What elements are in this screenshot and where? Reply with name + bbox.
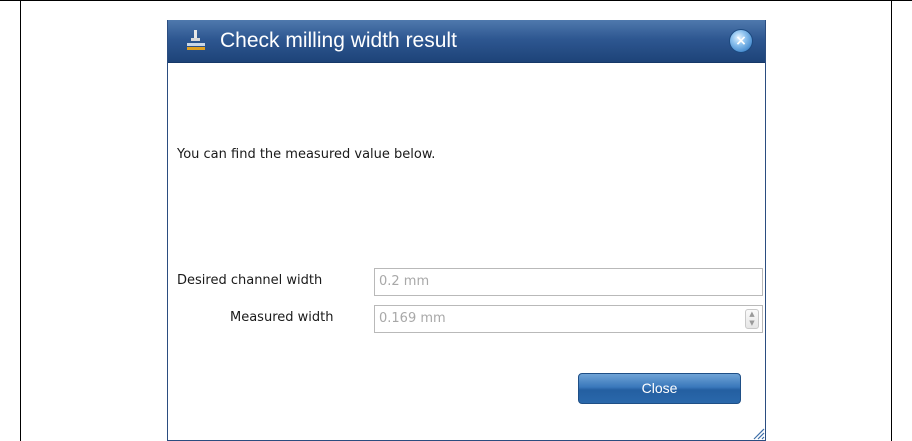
frame-right-line bbox=[891, 0, 892, 441]
measured-width-value: 0.169 mm bbox=[379, 311, 446, 326]
measured-width-label: Measured width bbox=[230, 310, 334, 325]
close-button[interactable]: Close bbox=[578, 373, 741, 404]
check-milling-width-dialog: Check milling width result × You can fin… bbox=[167, 20, 766, 441]
desired-width-field[interactable]: 0.2 mm bbox=[374, 268, 763, 296]
frame-top-line bbox=[0, 0, 912, 1]
close-circle-icon[interactable]: × bbox=[729, 29, 753, 53]
measured-width-field[interactable]: 0.169 mm ▲ ▼ bbox=[374, 305, 763, 333]
chevron-up-icon[interactable]: ▲ bbox=[746, 310, 758, 319]
desired-width-label: Desired channel width bbox=[177, 273, 323, 288]
milling-icon bbox=[187, 30, 205, 50]
resize-grip-icon[interactable] bbox=[751, 426, 765, 440]
dialog-title: Check milling width result bbox=[220, 29, 457, 52]
frame-left-line bbox=[20, 0, 21, 441]
chevron-down-icon[interactable]: ▼ bbox=[746, 319, 758, 328]
dialog-titlebar: Check milling width result × bbox=[168, 20, 765, 63]
info-message: You can find the measured value below. bbox=[177, 147, 436, 162]
measured-width-spinner[interactable]: ▲ ▼ bbox=[745, 309, 759, 329]
